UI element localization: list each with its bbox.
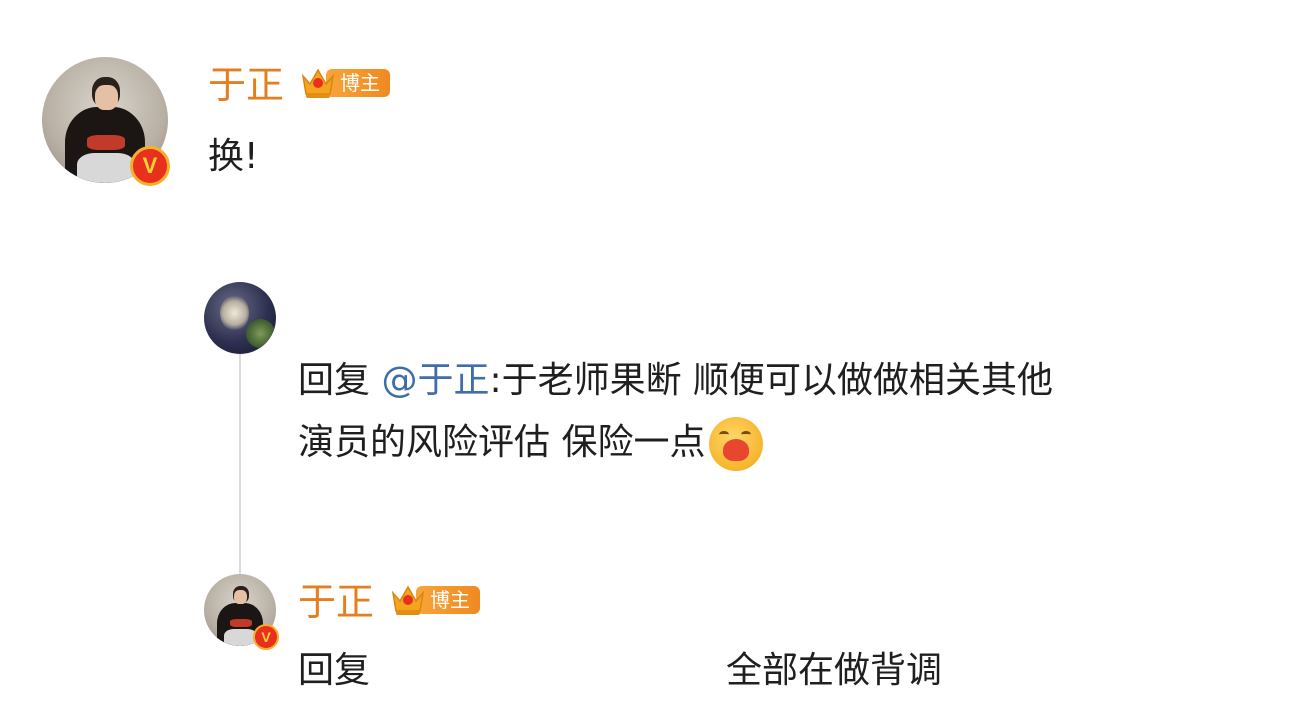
reply-prefix: 回复 (298, 360, 371, 401)
reply-text-line-1: 回复 @于正:于老师果断 顺便可以做做相关其他 (298, 350, 1258, 412)
blogger-badge: 博主 (390, 583, 480, 617)
blogger-badge: 博主 (300, 66, 390, 100)
reply-text-line-2: 演员的风险评估 保险一点 (298, 412, 1258, 474)
thread-connector-line (239, 352, 241, 574)
comment-author-name[interactable]: 于正 (208, 63, 284, 107)
reply-text: 回复 @于正:于老师果断 顺便可以做做相关其他 演员的风险评估 保险一点 (298, 350, 1258, 474)
hug-emoji-icon (709, 417, 764, 471)
verified-badge-icon: V (253, 624, 279, 650)
reply-line-2: 演员的风险评估 保险一点 (298, 422, 706, 463)
reply-text: 全部在做背调 (726, 650, 943, 691)
avatar-face (94, 84, 118, 110)
reply-user-avatar[interactable] (204, 282, 276, 354)
avatar-face (234, 589, 248, 605)
crown-icon (391, 585, 425, 615)
comment-text: 换! (208, 136, 259, 177)
reply-author-name[interactable]: 于正 (298, 580, 374, 624)
avatar-legs (77, 152, 136, 183)
verified-badge-icon: V (130, 146, 170, 186)
avatar-foliage (245, 319, 275, 349)
reply-prefix: 回复 (298, 650, 371, 691)
avatar-hands (229, 618, 252, 628)
avatar-hands (87, 135, 126, 151)
crown-icon (301, 68, 335, 98)
avatar-figure (219, 294, 249, 331)
mention-link[interactable]: @于正 (381, 360, 489, 401)
reply-line-1: :于老师果断 顺便可以做做相关其他 (489, 360, 1054, 401)
